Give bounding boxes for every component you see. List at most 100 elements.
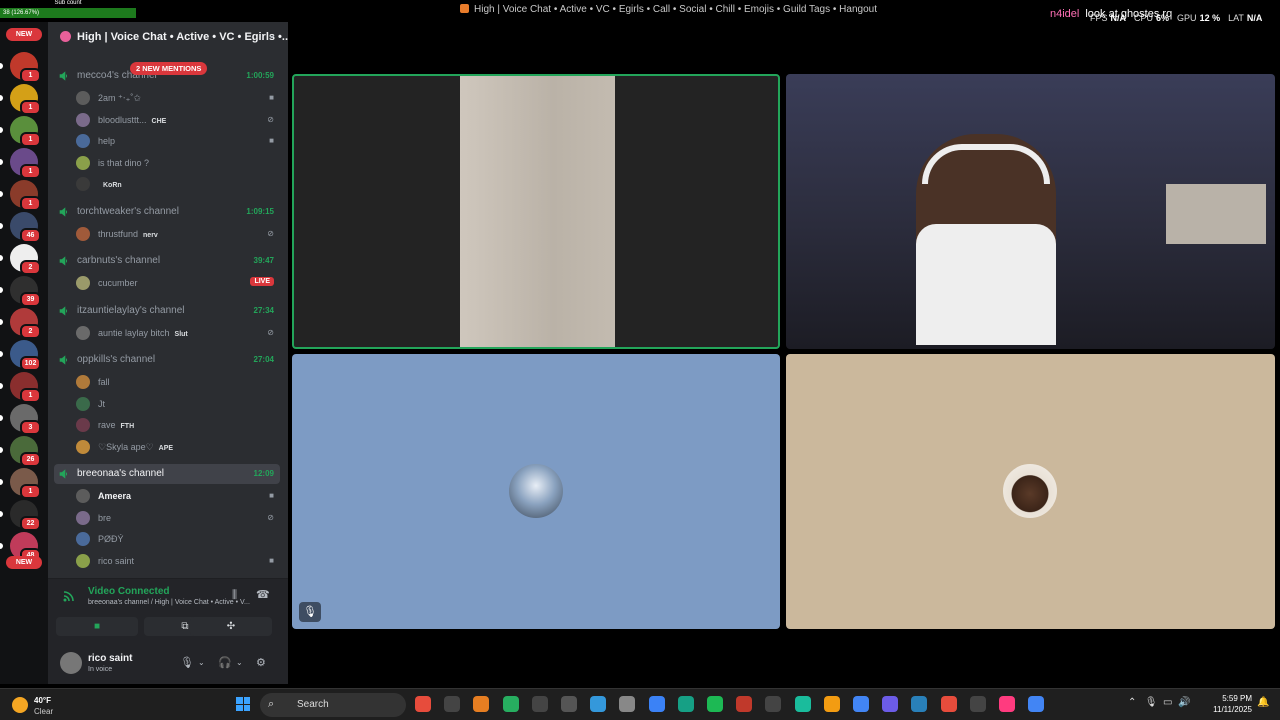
chrome-icon[interactable]	[853, 696, 869, 712]
spotify-icon[interactable]	[707, 696, 723, 712]
voice-channel[interactable]: oppkills's channel 27:04	[54, 350, 280, 370]
app-red-icon[interactable]	[415, 696, 431, 712]
tiktok-icon[interactable]	[999, 696, 1015, 712]
voice-status[interactable]: Video Connected	[88, 586, 170, 597]
server-icon[interactable]: 39	[10, 276, 41, 307]
taskbar-search[interactable]: ⌕ Search	[260, 693, 406, 717]
voice-user[interactable]: help ■	[76, 131, 280, 151]
app-green-icon[interactable]	[794, 696, 811, 712]
chrome2-icon[interactable]	[1028, 696, 1045, 712]
microphone-icon[interactable]: 🎙	[1145, 697, 1158, 708]
server-icon[interactable]: 1	[10, 180, 41, 211]
server-header[interactable]: High | Voice Chat • Active • VC • Egirls…	[48, 22, 288, 52]
capcut-icon[interactable]	[765, 696, 782, 712]
voice-channel[interactable]: carbnuts's channel 39:47	[54, 251, 280, 271]
chevron-down-icon[interactable]: ⌄	[198, 658, 205, 667]
server-icon[interactable]: 1	[10, 148, 41, 179]
voice-user[interactable]: rave FTH	[76, 415, 280, 435]
microphone-icon[interactable]: 🎙	[180, 656, 194, 669]
xbox-icon[interactable]	[531, 696, 548, 712]
capcut2-icon[interactable]	[969, 696, 986, 712]
settings-icon[interactable]	[619, 696, 636, 712]
server-icon[interactable]: 1	[10, 116, 41, 147]
muted-icon: ⊘	[267, 114, 274, 124]
voice-location[interactable]: breeonaa's channel / High | Voice Chat •…	[88, 599, 250, 606]
username[interactable]: rico saint	[88, 653, 132, 664]
start-button[interactable]	[236, 697, 250, 711]
user-name: bloodlusttt... CHE	[98, 114, 167, 125]
taskbar-clock[interactable]: 5:59 PM 11/11/2025	[1208, 693, 1252, 715]
voice-user[interactable]: rico saint ■	[76, 551, 280, 571]
unread-indicator	[0, 543, 3, 549]
voice-user[interactable]: bloodlusttt... CHE ⊘	[76, 110, 280, 130]
headphones-icon[interactable]: 🎧	[218, 656, 232, 669]
server-icon[interactable]: 1	[10, 468, 41, 499]
chevron-down-icon[interactable]: ⌄	[236, 658, 243, 667]
headphones-graphic	[922, 144, 1050, 184]
server-icon[interactable]: 1	[10, 372, 41, 403]
voice-user[interactable]: bre ⊘	[76, 508, 280, 528]
video-tile-avatar-2[interactable]	[786, 354, 1275, 629]
app-blue-icon[interactable]	[911, 696, 928, 712]
voice-user[interactable]: 2am ⁺‧₊˚✩ ■	[76, 88, 280, 108]
server-icon[interactable]: 2	[10, 244, 41, 275]
edge-icon[interactable]	[648, 696, 665, 712]
channel-timer: 1:00:59	[246, 71, 274, 80]
server-icon[interactable]: 2	[10, 308, 41, 339]
opera-icon[interactable]	[736, 696, 753, 712]
new-unreads-pill[interactable]: NEW	[6, 556, 42, 569]
server-icon[interactable]: 102	[10, 340, 41, 371]
chevron-down-icon[interactable]: ⌄	[268, 30, 276, 41]
voice-user[interactable]: cucumber LIVE	[76, 273, 280, 293]
file-explorer-icon[interactable]	[502, 696, 519, 712]
signal-icon[interactable]	[62, 589, 78, 603]
voice-user[interactable]: thrustfund nerv ⊘	[76, 224, 280, 244]
server-name: High | Voice Chat • Active • VC • Egirls…	[77, 31, 288, 43]
unread-badge: 1	[20, 484, 41, 499]
disconnect-icon[interactable]: ☎	[256, 588, 270, 601]
server-icon[interactable]: 22	[10, 500, 41, 531]
noise-suppression-icon[interactable]: ⫼	[232, 589, 237, 602]
voice-user[interactable]: auntie laylay bitch Slut ⊘	[76, 323, 280, 343]
voice-channel[interactable]: breeonaa's channel 12:09	[54, 464, 280, 484]
voice-user[interactable]: PØÐÝ	[76, 529, 280, 549]
video-button[interactable]: ■	[56, 617, 138, 636]
server-icon[interactable]: 1	[10, 52, 41, 83]
video-tile-webcam[interactable]	[786, 74, 1275, 349]
browser-icon[interactable]	[677, 696, 694, 712]
server-icon[interactable]: 1	[10, 84, 41, 115]
app-red2-icon[interactable]	[940, 696, 957, 712]
avatar[interactable]	[60, 652, 82, 674]
webcam-shirt	[916, 224, 1056, 345]
user-name: fall	[98, 377, 110, 387]
chevron-up-icon[interactable]: ⌃	[1128, 697, 1136, 708]
voice-channel[interactable]: itzauntielaylay's channel 27:34	[54, 301, 280, 321]
calculator-icon[interactable]	[561, 696, 577, 712]
app-orange-icon[interactable]	[823, 696, 840, 712]
steam-icon[interactable]	[590, 696, 607, 712]
server-icon[interactable]: 26	[10, 436, 41, 467]
server-icon[interactable]: 3	[10, 404, 41, 435]
new-mentions-badge[interactable]: 2 NEW MENTIONS	[130, 62, 208, 75]
voice-user[interactable]: fall	[76, 372, 280, 392]
voice-user[interactable]: is that dino ?	[76, 153, 280, 173]
video-tile-camera[interactable]	[292, 74, 780, 349]
activities-button[interactable]: ✣	[190, 617, 272, 636]
copilot-icon[interactable]	[473, 696, 490, 712]
app-purple-icon[interactable]	[882, 696, 899, 712]
voice-user[interactable]: Ameera ■	[76, 486, 280, 506]
voice-channel[interactable]: torchtweaker's channel 1:09:15	[54, 202, 280, 222]
settings-gear-icon[interactable]: ⚙	[256, 656, 266, 669]
volume-icon[interactable]: 🔊	[1178, 697, 1190, 708]
window-title: High | Voice Chat • Active • VC • Egirls…	[460, 4, 877, 15]
voice-user[interactable]: ♡Skyla ape♡ APE	[76, 437, 280, 457]
new-unreads-pill[interactable]: NEW	[6, 28, 42, 41]
notification-bell-icon[interactable]: 🔔	[1257, 697, 1269, 708]
system-tray: ⌃ 🎙 ▭ 🔊	[1128, 697, 1190, 708]
task-view-icon[interactable]	[444, 696, 461, 712]
server-icon[interactable]: 46	[10, 212, 41, 243]
voice-user[interactable]: KoRn	[76, 174, 280, 194]
network-icon[interactable]: ▭	[1163, 697, 1172, 708]
voice-user[interactable]: Jt	[76, 394, 280, 414]
video-tile-avatar-1[interactable]: 🎙	[292, 354, 780, 629]
